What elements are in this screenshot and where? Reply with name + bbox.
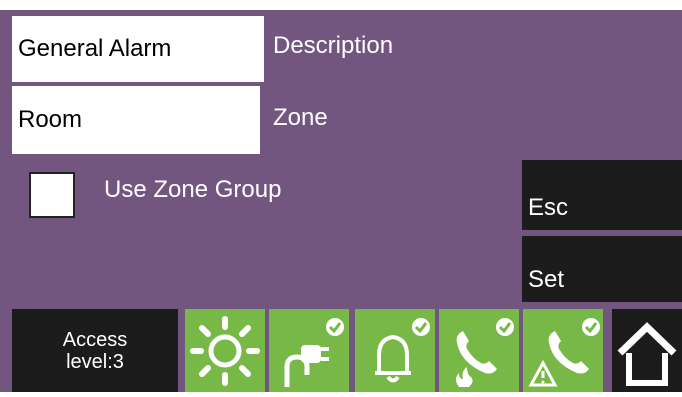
phone-fire-check-icon [456, 318, 514, 387]
set-button-label: Set [528, 266, 565, 293]
use-zone-group-checkbox[interactable] [29, 172, 75, 218]
description-label: Description [273, 32, 394, 59]
general-alarm-field[interactable]: General Alarm [12, 16, 264, 82]
phone-warning-check-icon [528, 318, 600, 387]
lighting-status-tile[interactable] [185, 309, 265, 392]
general-alarm-value: General Alarm [18, 35, 172, 62]
access-label: Access [62, 328, 128, 351]
home-button[interactable] [612, 309, 682, 392]
alarm-status-tile[interactable] [355, 309, 435, 392]
access-level-value: level:3 [66, 350, 124, 373]
set-button[interactable]: Set [522, 236, 682, 302]
esc-button-label: Esc [528, 194, 569, 221]
power-plug-check-icon [284, 318, 344, 387]
zone-label: Zone [273, 104, 328, 131]
bell-check-icon [375, 318, 430, 383]
room-field[interactable]: Room [12, 86, 260, 154]
esc-button[interactable]: Esc [522, 160, 682, 230]
fire-call-status-tile[interactable] [439, 309, 519, 392]
sun-icon [190, 316, 260, 386]
power-status-tile[interactable] [269, 309, 349, 392]
fault-call-status-tile[interactable] [523, 309, 603, 392]
room-value: Room [18, 106, 83, 133]
use-zone-group-label: Use Zone Group [104, 176, 282, 203]
home-icon [617, 322, 677, 386]
access-level-indicator: Access level:3 [12, 309, 178, 392]
